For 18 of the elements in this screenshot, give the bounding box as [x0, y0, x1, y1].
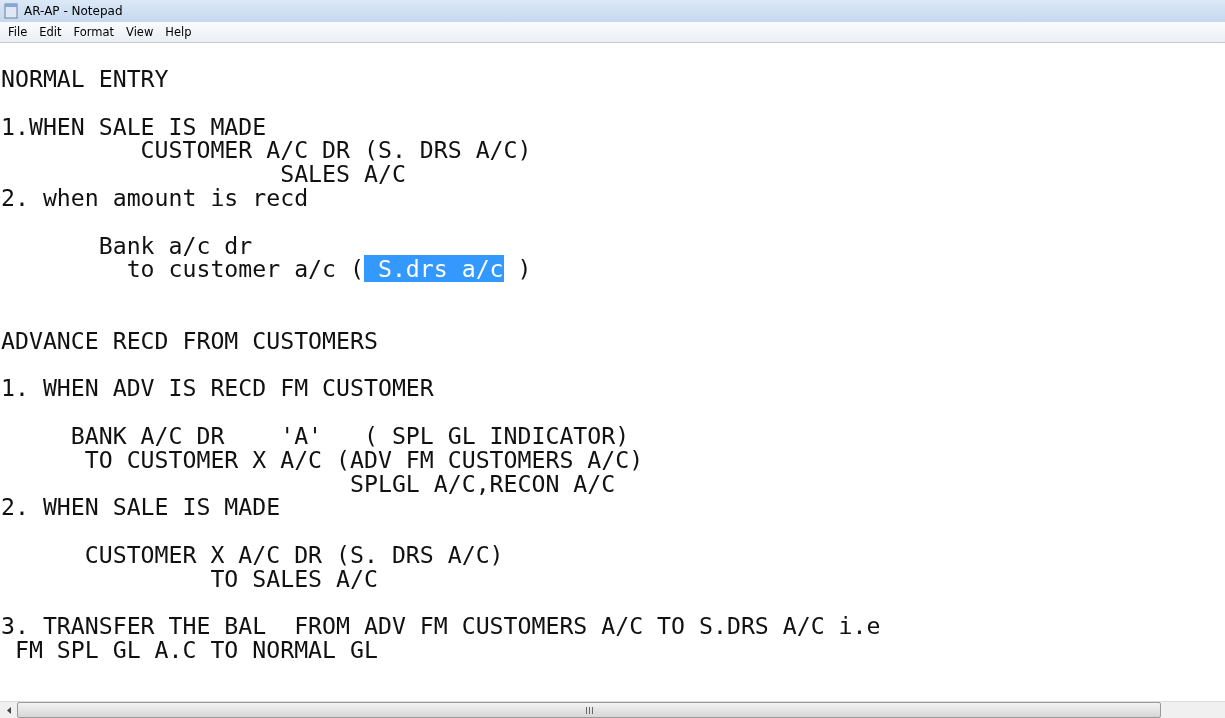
text-line: )	[516, 255, 532, 283]
menu-item[interactable]: Help	[159, 25, 198, 39]
text-line: NORMAL ENTRY	[1, 65, 169, 92]
left-arrow-icon	[6, 706, 11, 714]
menu-item[interactable]: View	[120, 25, 160, 39]
selected-text: S.drs a/c	[363, 255, 504, 283]
text-line: ADVANCE RECD FROM CUSTOMERS	[1, 326, 378, 354]
text-line: 1. WHEN ADV IS RECD FM CUSTOMER	[1, 374, 434, 402]
text-line: CUSTOMER X A/C DR (S. DRS A/C)	[83, 540, 504, 568]
text-line: SPLGL A/C,RECON A/C	[350, 469, 616, 497]
grip-icon	[585, 706, 593, 714]
window-title: AR-AP - Notepad	[24, 4, 123, 18]
notepad-icon	[4, 3, 18, 19]
menu-item[interactable]: Edit	[33, 25, 68, 39]
text-line: BANK A/C DR 'A' ( SPL GL INDICATOR)	[69, 421, 630, 449]
menu-item[interactable]: File	[2, 25, 34, 39]
text-line: 2. WHEN SALE IS MADE	[1, 493, 281, 521]
menu-item[interactable]: Format	[67, 25, 121, 39]
